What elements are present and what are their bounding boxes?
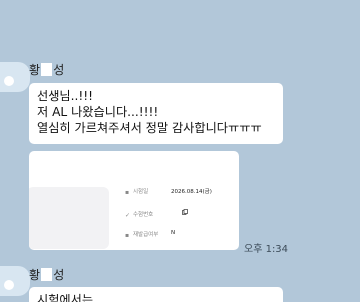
card-row-date-value: 2026.08.14(금) [171, 189, 212, 195]
name-redaction [41, 268, 53, 281]
screenshot-card[interactable]: ▪ 시험일 2026.08.14(금) ✓ 수험번호 ▪ 재발급여부 N [29, 151, 239, 250]
calendar-icon: ▪ [125, 189, 130, 196]
sender-name: 황성 [29, 63, 65, 77]
message-bubble[interactable]: 선생님..!!! 저 AL 나왔습니다...!!!! 열심히 가르쳐주셔서 정말… [29, 83, 283, 144]
card-row-reissue-label: ▪ 재발급여부 [125, 232, 159, 239]
message-timestamp: 오후 1:34 [244, 244, 289, 255]
message-line: 열심히 가르쳐주셔서 정말 감사합니다ㅠㅠㅠ [37, 121, 262, 135]
check-icon: ✓ [125, 212, 131, 219]
message-line: 선생님..!!! [37, 89, 94, 103]
name-redaction [41, 63, 53, 76]
sender-avatar[interactable] [0, 62, 30, 92]
default-profile-icon [4, 76, 14, 86]
card-row-number-label: ✓ 수험번호 [125, 212, 154, 219]
card-row-reissue-value: N [171, 230, 176, 236]
message-line: 시험에서는 [37, 293, 94, 302]
card-row-date-label: ▪ 시험일 [125, 189, 149, 196]
copy-icon[interactable] [182, 209, 188, 215]
message-bubble[interactable]: 시험에서는 [29, 287, 283, 302]
document-icon: ▪ [125, 232, 130, 239]
card-thumbnail [29, 187, 109, 249]
default-profile-icon [4, 280, 14, 290]
sender-name: 황성 [29, 268, 65, 282]
sender-avatar[interactable] [0, 266, 30, 296]
message-line: 저 AL 나왔습니다...!!!! [37, 105, 159, 119]
